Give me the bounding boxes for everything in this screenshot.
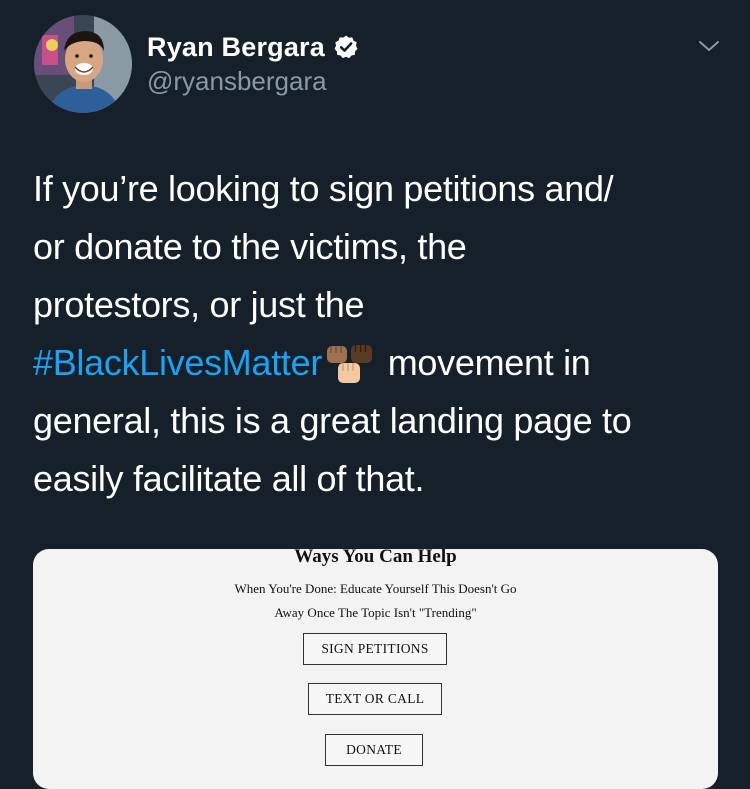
tweet-text: If you’re looking to sign petitions and/… — [33, 160, 723, 508]
card-heading: Ways You Can Help — [294, 549, 457, 567]
link-preview-card[interactable]: Ways You Can Help When You're Done: Educ… — [33, 549, 718, 789]
tweet-text-line: easily facilitate all of that. — [33, 458, 425, 499]
hashtag-link[interactable]: #BlackLivesMatter — [33, 342, 322, 383]
display-name[interactable]: Ryan Bergara — [147, 32, 325, 63]
name-row: Ryan Bergara — [147, 30, 359, 64]
tweet-text-line-hashtag: #BlackLivesMatter movement in — [33, 334, 723, 392]
avatar[interactable] — [34, 15, 132, 113]
tweet-text-line: or donate to the victims, the — [33, 226, 467, 267]
tweet: Ryan Bergara @ryansbergara If you’re loo… — [0, 0, 750, 789]
tweet-text-continuation: movement in — [378, 342, 591, 383]
tweet-text-line: general, this is a great landing page to — [33, 400, 632, 441]
tweet-text-line: protestors, or just the — [33, 284, 365, 325]
fist-emoji-icon — [327, 345, 373, 383]
tweet-text-line: If you’re looking to sign petitions and/ — [33, 168, 614, 209]
card-subtext-line: Away Once The Topic Isn't "Trending" — [274, 605, 477, 620]
sign-petitions-button[interactable]: SIGN PETITIONS — [303, 633, 447, 665]
card-subtext-line: When You're Done: Educate Yourself This … — [234, 581, 517, 596]
verified-badge-icon — [334, 35, 358, 59]
donate-button[interactable]: DONATE — [325, 734, 423, 766]
tweet-author: Ryan Bergara @ryansbergara — [147, 30, 359, 97]
avatar-photo — [34, 15, 132, 113]
chevron-down-icon[interactable] — [696, 36, 722, 56]
handle[interactable]: @ryansbergara — [147, 66, 359, 97]
text-or-call-button[interactable]: TEXT OR CALL — [308, 683, 442, 715]
